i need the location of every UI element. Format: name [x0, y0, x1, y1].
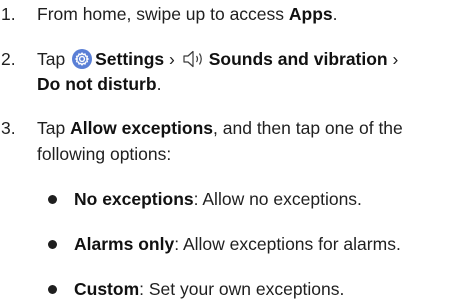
sounds-vibration-label: Sounds and vibration [208, 49, 388, 69]
step-number: 1. [1, 4, 16, 24]
allow-exceptions-label: Allow exceptions [70, 118, 214, 138]
option-description: : Set your own exceptions. [139, 279, 345, 299]
option-label: Custom [74, 279, 140, 299]
settings-label: Settings [95, 49, 165, 69]
apps-label: Apps [288, 4, 333, 24]
step-text: From home, swipe up to access [37, 4, 289, 24]
step-number: 3. [1, 118, 16, 138]
step-number: 2. [1, 49, 16, 69]
option-label: Alarms only [74, 234, 175, 254]
bullet-icon [48, 195, 57, 204]
bullet-icon [48, 240, 57, 249]
bullet-icon [48, 285, 57, 294]
do-not-disturb-label: Do not disturb [37, 74, 157, 94]
option-label: No exceptions [74, 189, 194, 209]
instructions-document: 1. From home, swipe up to access Apps. 2… [0, 0, 476, 303]
option-description: : Allow no exceptions. [193, 189, 362, 209]
option-description: : Allow exceptions for alarms. [174, 234, 401, 254]
